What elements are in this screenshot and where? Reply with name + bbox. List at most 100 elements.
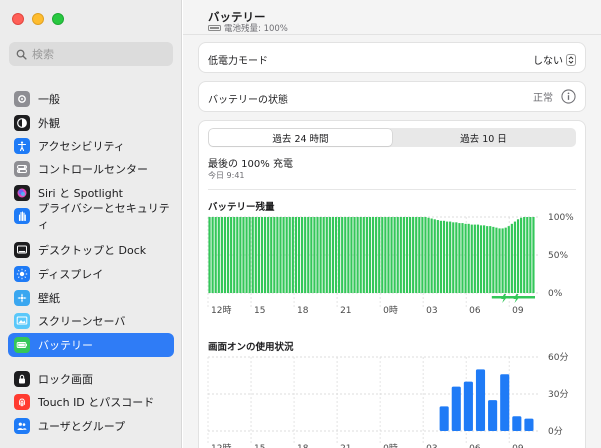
sidebar-item-14[interactable]: ユーザとグループ: [8, 414, 174, 438]
bar: [371, 217, 375, 293]
bar: [532, 217, 535, 293]
bar: [390, 217, 393, 293]
bar: [507, 226, 510, 293]
close-button[interactable]: [12, 13, 24, 25]
bar: [245, 217, 248, 293]
bar: [257, 217, 260, 293]
bar: [470, 224, 473, 293]
bar: [276, 217, 279, 293]
bar: [439, 406, 449, 431]
bar: [467, 223, 470, 293]
sidebar-item-label: コントロールセンター: [38, 162, 148, 176]
bar: [341, 217, 344, 293]
bar: [362, 217, 365, 293]
sidebar-item-8[interactable]: ディスプレイ: [8, 262, 174, 286]
bar: [516, 219, 520, 293]
search-field[interactable]: [9, 42, 173, 66]
bar: [263, 217, 267, 293]
sidebar-item-label: 外観: [38, 116, 60, 130]
low-power-popup[interactable]: しない: [533, 52, 576, 67]
bar: [226, 217, 230, 293]
dock-icon: [14, 241, 30, 258]
bar: [248, 217, 251, 293]
bar: [328, 217, 331, 293]
sidebar-item-label: 一般: [38, 92, 60, 106]
battery-health-status: 正常: [533, 89, 576, 104]
bar: [236, 217, 239, 293]
sidebar-item-label: 壁紙: [38, 291, 60, 305]
bar: [479, 225, 483, 293]
tab-last-24-hours[interactable]: 過去 24 時間: [209, 129, 392, 146]
bar: [368, 217, 372, 293]
sidebar-item-4[interactable]: コントロールセンター: [8, 157, 174, 181]
x-tick-label: 09: [512, 306, 524, 316]
gear-icon: [14, 90, 30, 107]
bar: [399, 217, 402, 293]
bar: [492, 226, 495, 293]
x-tick-label: 21: [340, 306, 351, 316]
section-divider: [208, 189, 576, 190]
battery-percentage-text: 電池残量: 100%: [224, 24, 288, 34]
bar: [279, 217, 282, 293]
x-tick-label: 03: [426, 444, 437, 448]
sidebar-item-label: スクリーンセーバ: [38, 314, 126, 328]
lock-icon: [14, 370, 30, 387]
bar: [442, 220, 446, 293]
bar: [251, 217, 254, 293]
bar: [526, 217, 529, 293]
battery-health-label: バッテリーの状態: [208, 95, 288, 106]
sidebar-item-6[interactable]: プライバシーとセキュリティ: [8, 202, 174, 231]
sidebar-item-label: ディスプレイ: [38, 267, 104, 281]
bar: [260, 217, 264, 293]
search-icon: [16, 49, 27, 60]
charging-indicator: [491, 296, 535, 299]
minimize-button[interactable]: [32, 13, 44, 25]
bar: [498, 228, 501, 293]
tab-last-10-days[interactable]: 過去 10 日: [392, 129, 575, 146]
search-input[interactable]: [32, 47, 152, 61]
bar: [455, 222, 458, 293]
sidebar-item-9[interactable]: 壁紙: [8, 286, 174, 310]
sidebar-item-label: プライバシーとセキュリティ: [38, 201, 170, 231]
bar: [463, 381, 473, 431]
bar: [524, 418, 534, 431]
last-charge-time: 今日 9:41: [208, 171, 245, 180]
screensaver-icon: [14, 312, 30, 329]
main-pane: バッテリー 電池残量: 100% 低電力モード しない バッテリーの状態 正常 …: [183, 0, 601, 448]
bar: [294, 217, 298, 293]
battery-icon: [14, 336, 30, 353]
bar: [242, 217, 245, 293]
sidebar-item-2[interactable]: 外観: [8, 111, 174, 135]
low-power-label: 低電力モード: [208, 56, 268, 67]
info-icon[interactable]: [561, 89, 576, 104]
bar: [338, 217, 341, 293]
sidebar-item-1[interactable]: 一般: [8, 87, 174, 111]
bar: [307, 217, 310, 293]
bar: [331, 217, 335, 293]
sidebar-item-11[interactable]: バッテリー: [8, 333, 174, 357]
bar: [436, 220, 439, 293]
zoom-button[interactable]: [52, 13, 64, 25]
window-controls: [12, 13, 64, 25]
bar: [500, 374, 510, 431]
bar: [513, 221, 517, 293]
x-tick-label: 12時: [211, 443, 231, 448]
battery-health-row: バッテリーの状態 正常: [198, 81, 586, 112]
bar: [334, 217, 338, 293]
bar: [359, 217, 362, 293]
bar: [208, 217, 211, 293]
sidebar-item-7[interactable]: デスクトップと Dock: [8, 238, 174, 262]
bar: [449, 221, 452, 293]
sidebar-item-10[interactable]: スクリーンセーバ: [8, 309, 174, 333]
sidebar-item-12[interactable]: ロック画面: [8, 367, 174, 391]
bar: [424, 217, 427, 293]
display-icon: [14, 265, 30, 282]
bar: [223, 217, 227, 293]
bar: [458, 223, 461, 293]
sidebar-item-3[interactable]: アクセシビリティ: [8, 134, 174, 158]
x-tick-label: 12時: [211, 305, 231, 316]
header-divider: [183, 34, 601, 35]
sidebar-item-13[interactable]: Touch ID とパスコード: [8, 390, 174, 414]
last-charge-label: 最後の 100% 充電: [208, 159, 293, 170]
bar: [412, 217, 415, 293]
